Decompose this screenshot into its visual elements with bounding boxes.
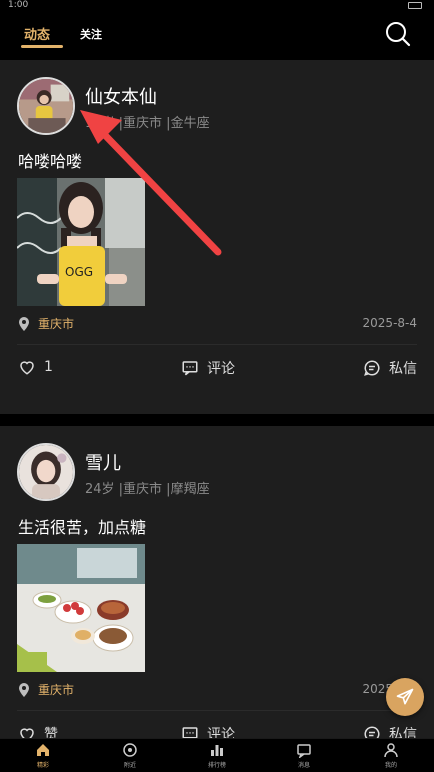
profile-icon [384, 743, 398, 758]
private-message-button[interactable]: 私信 [363, 724, 417, 738]
post-location: 重庆市 [18, 315, 74, 332]
status-time: 1:00 [8, 0, 29, 10]
nav-label: 消息 [297, 762, 310, 769]
like-button[interactable]: 赞 [18, 724, 58, 738]
active-tab-indicator [21, 45, 63, 48]
nav-label: 我的 [384, 762, 397, 769]
message-icon [297, 744, 311, 758]
nav-item-nearby[interactable]: 附近 [100, 742, 160, 769]
svg-text:OGG: OGG [65, 265, 93, 279]
avatar[interactable] [17, 443, 75, 501]
comment-button[interactable]: 评论 [181, 724, 235, 738]
like-button[interactable]: 1 [18, 358, 53, 376]
nav-label: 附近 [123, 762, 136, 769]
private-message-label: 私信 [389, 361, 417, 377]
nav-item-profile[interactable]: 我的 [361, 742, 421, 769]
like-label: 赞 [44, 727, 58, 738]
feed[interactable]: 仙女本仙 18岁 |重庆市 |金牛座 哈喽哈喽 OGG 重庆市 2025-8-4… [0, 60, 434, 738]
comment-icon [182, 361, 198, 376]
username[interactable]: 雪儿 [85, 449, 121, 475]
top-bar: 动态 关注 [0, 12, 434, 60]
user-meta: 18岁 |重庆市 |金牛座 [85, 116, 210, 131]
post-location: 重庆市 [18, 681, 74, 698]
status-bar: 1:00 [0, 0, 434, 12]
ranking-icon [211, 745, 223, 756]
post-card[interactable]: 雪儿 24岁 |重庆市 |摩羯座 生活很苦，加点糖 重庆市 赞 评论 私信 [0, 426, 434, 738]
nearby-icon [123, 743, 137, 757]
search-icon[interactable] [384, 20, 412, 48]
private-message-label: 私信 [389, 727, 417, 738]
publish-button[interactable] [386, 678, 424, 716]
post-card[interactable]: 仙女本仙 18岁 |重庆市 |金牛座 哈喽哈喽 OGG 重庆市 2025-8-4… [0, 60, 434, 414]
post-text: 生活很苦，加点糖 [18, 518, 147, 537]
avatar[interactable] [17, 77, 75, 135]
private-message-icon [364, 360, 380, 376]
heart-icon [20, 361, 34, 375]
divider [17, 344, 417, 345]
like-count: 1 [44, 359, 53, 375]
nav-item-home[interactable]: 精彩 [13, 742, 73, 769]
nav-item-messages[interactable]: 消息 [274, 742, 334, 769]
location-pin-icon [19, 682, 29, 697]
post-photo[interactable] [17, 544, 145, 672]
private-message-icon [364, 726, 380, 738]
post-date: 2025-8-4 [362, 316, 417, 330]
tab-follow[interactable]: 关注 [80, 26, 102, 42]
comment-icon [182, 727, 198, 738]
private-message-button[interactable]: 私信 [363, 358, 417, 378]
location-label: 重庆市 [38, 317, 75, 331]
post-text: 哈喽哈喽 [18, 152, 83, 171]
post-actions: 1 评论 私信 [0, 358, 434, 382]
battery-icon [408, 2, 422, 9]
bottom-nav: 精彩 附近 排行榜 消息 我的 [0, 738, 434, 772]
location-label: 重庆市 [38, 683, 75, 697]
comment-label: 评论 [207, 361, 235, 377]
location-pin-icon [19, 316, 29, 331]
nav-label: 排行榜 [207, 762, 226, 769]
heart-icon [20, 728, 34, 738]
username[interactable]: 仙女本仙 [85, 83, 157, 109]
home-icon [37, 744, 49, 756]
send-icon [396, 688, 414, 705]
divider [17, 710, 417, 711]
post-photo[interactable]: OGG [17, 178, 145, 306]
user-meta: 24岁 |重庆市 |摩羯座 [85, 482, 210, 497]
tab-dynamic[interactable]: 动态 [24, 24, 50, 43]
comment-button[interactable]: 评论 [181, 358, 235, 378]
nav-item-ranking[interactable]: 排行榜 [187, 742, 247, 769]
comment-label: 评论 [207, 727, 235, 738]
post-actions: 赞 评论 私信 [0, 724, 434, 738]
nav-label: 精彩 [36, 762, 49, 769]
